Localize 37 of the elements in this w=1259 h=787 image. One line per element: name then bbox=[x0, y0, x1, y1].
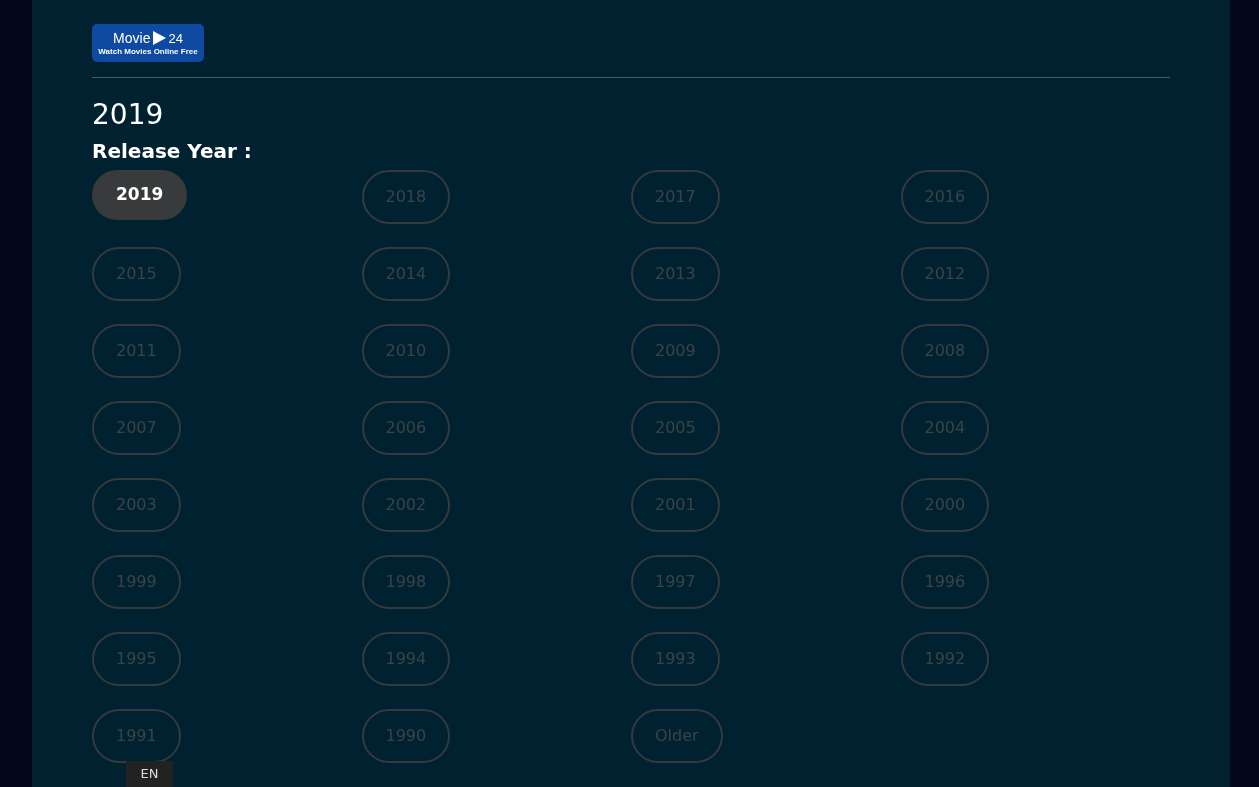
year-chip[interactable]: 2019 bbox=[92, 170, 188, 220]
year-chip[interactable]: 2007 bbox=[92, 401, 181, 455]
filter-label: Release Year : bbox=[92, 141, 252, 161]
year-chip[interactable]: 2002 bbox=[361, 478, 451, 532]
year-chip[interactable]: 1995 bbox=[92, 632, 181, 686]
year-chip[interactable]: 2008 bbox=[900, 324, 990, 378]
year-chip[interactable]: 1992 bbox=[900, 632, 990, 686]
logo-number: 24 bbox=[168, 31, 183, 45]
year-chip[interactable]: 2006 bbox=[361, 401, 451, 455]
year-chip[interactable]: 2015 bbox=[92, 247, 181, 301]
year-chip[interactable]: 2013 bbox=[631, 247, 720, 301]
year-chip[interactable]: 2009 bbox=[631, 324, 720, 378]
year-chip[interactable]: 2003 bbox=[92, 478, 181, 532]
play-icon bbox=[151, 30, 168, 46]
year-chip[interactable]: 2018 bbox=[361, 170, 451, 224]
year-chip[interactable]: 2011 bbox=[92, 324, 181, 378]
year-chip[interactable]: 2000 bbox=[900, 478, 990, 532]
year-chip[interactable]: 2010 bbox=[361, 324, 451, 378]
year-chip[interactable]: 2014 bbox=[361, 247, 451, 301]
year-chip[interactable]: Older bbox=[631, 709, 723, 763]
year-chip[interactable]: 2004 bbox=[900, 401, 990, 455]
year-chip[interactable]: 1997 bbox=[631, 555, 720, 609]
year-chip[interactable]: 2017 bbox=[631, 170, 720, 224]
year-chip[interactable]: 1990 bbox=[361, 709, 451, 763]
year-chip[interactable]: 1999 bbox=[92, 555, 181, 609]
year-chip[interactable]: 1998 bbox=[361, 555, 451, 609]
language-badge[interactable]: EN bbox=[126, 761, 173, 787]
year-chip[interactable]: 1993 bbox=[631, 632, 720, 686]
year-chip[interactable]: 1996 bbox=[900, 555, 990, 609]
year-chip[interactable]: 2012 bbox=[900, 247, 990, 301]
year-chip[interactable]: 1994 bbox=[361, 632, 451, 686]
year-chip[interactable]: 2001 bbox=[631, 478, 720, 532]
logo-tagline: Watch Movies Online Free bbox=[98, 48, 198, 56]
year-chip[interactable]: 2016 bbox=[900, 170, 990, 224]
year-chip[interactable]: 2005 bbox=[631, 401, 720, 455]
page-title: 2019 bbox=[92, 101, 164, 129]
logo-name: Movie bbox=[113, 31, 151, 45]
